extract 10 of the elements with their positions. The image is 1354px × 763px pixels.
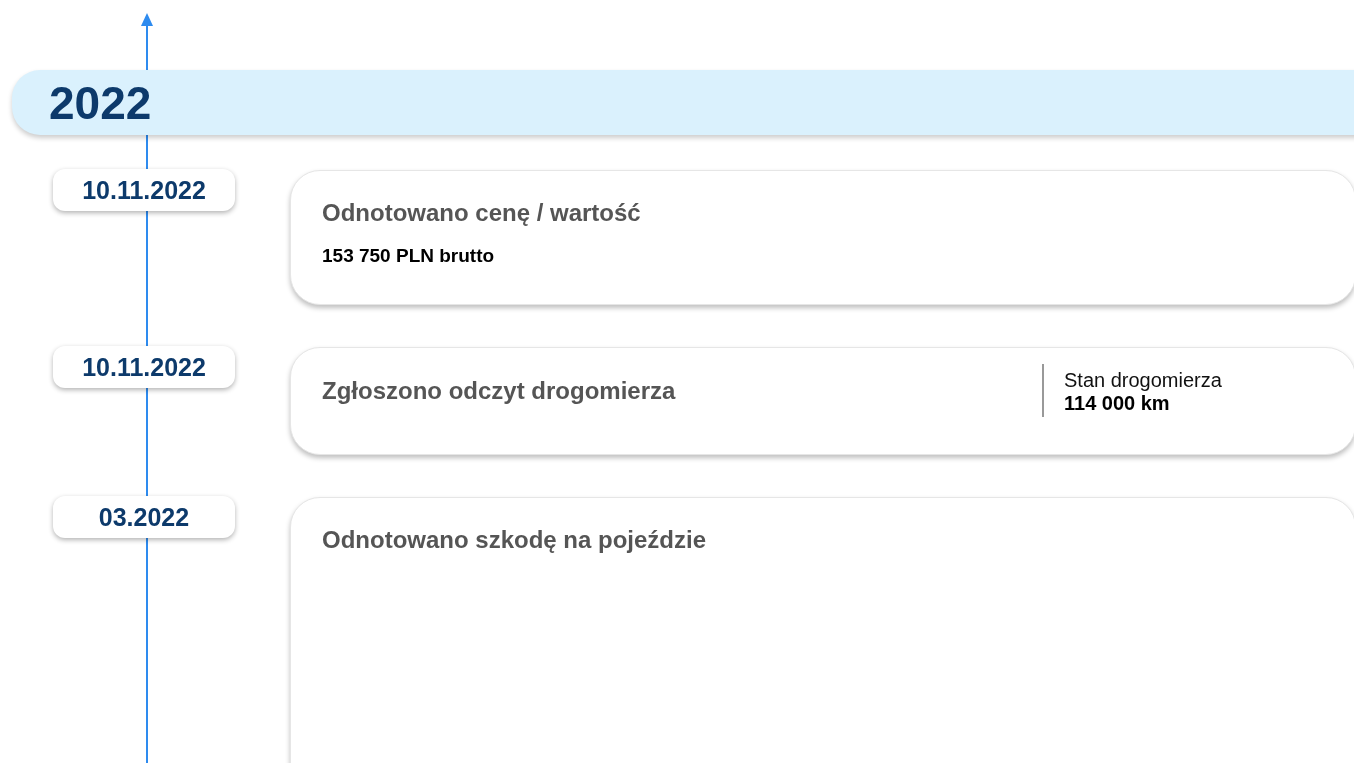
date-label: 03.2022 [53,496,235,538]
event-title: Zgłoszono odczyt drogomierza [322,376,676,405]
odometer-label: Stan drogomierza [1064,369,1223,392]
event-title: Odnotowano szkodę na pojeździe [322,526,708,554]
date-label: 10.11.2022 [53,169,235,211]
year-label: 2022 [49,75,152,130]
odometer-value: 114 000 km [1064,392,1171,415]
date-label: 10.11.2022 [53,346,235,388]
event-value: 153 750 PLN brutto [322,245,496,267]
event-title: Odnotowano cenę / wartość [322,199,642,227]
